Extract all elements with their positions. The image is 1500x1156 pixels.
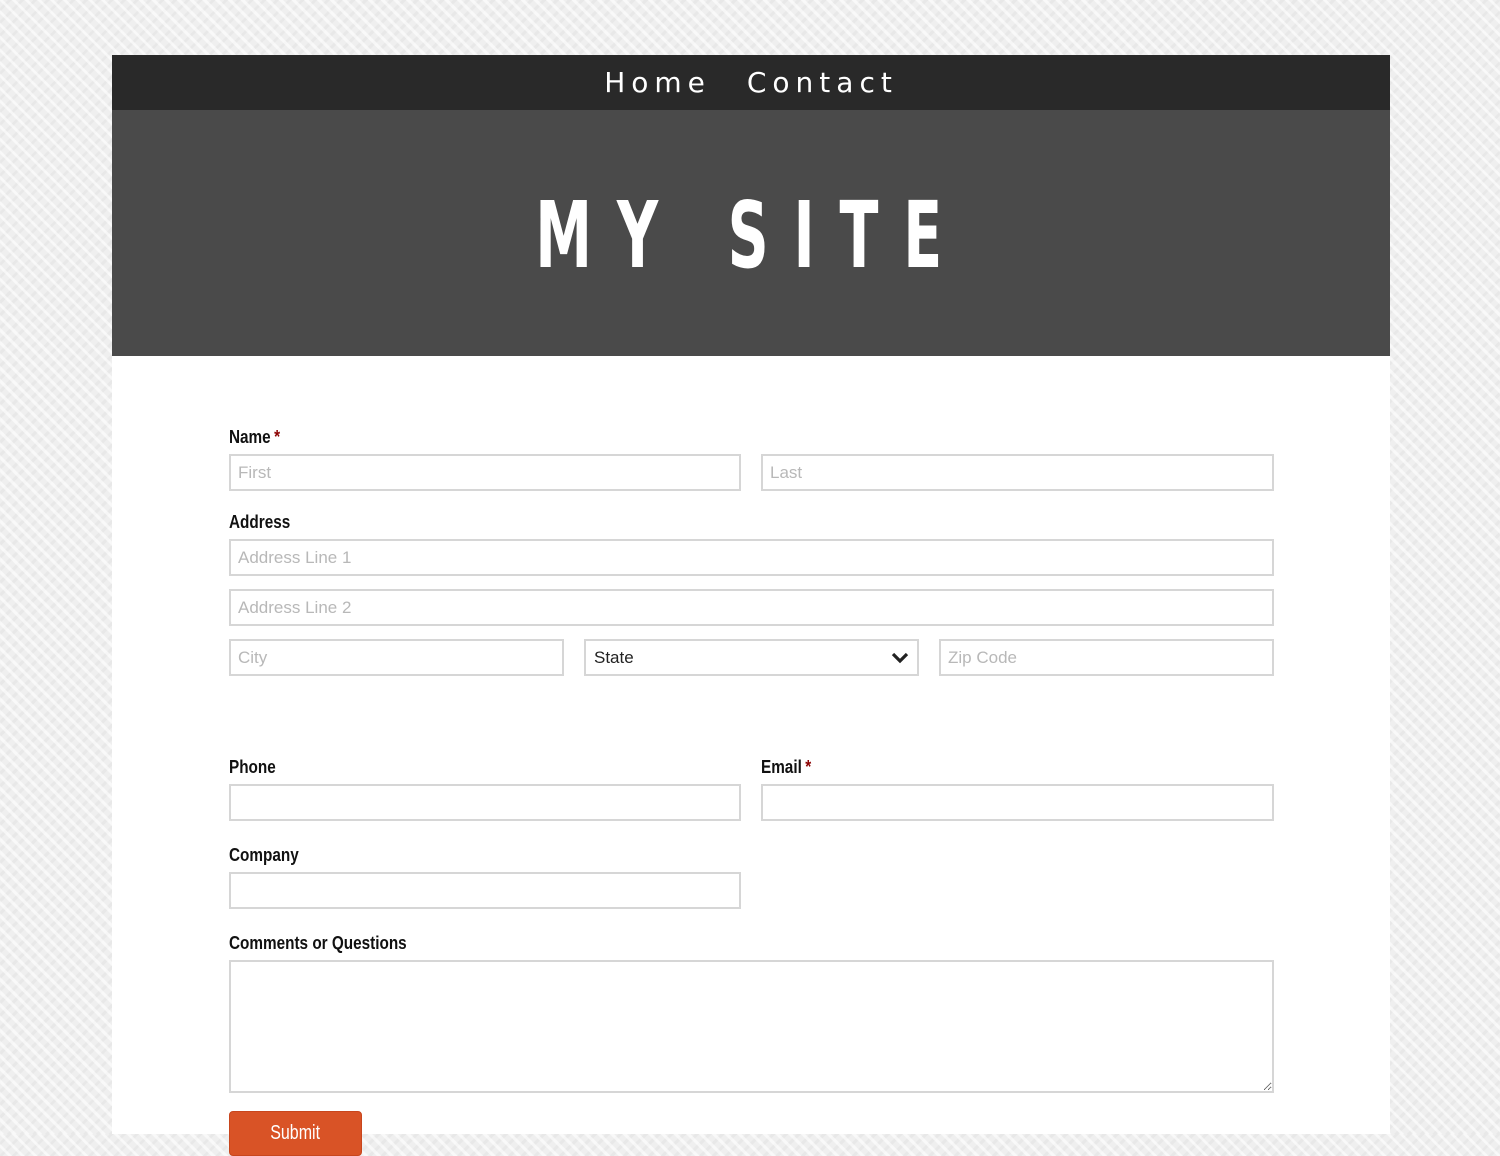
email-label: Email * [761,757,812,777]
company-group: Company [229,845,741,909]
phone-email-group: Phone Email * [229,757,1274,821]
company-label: Company [229,845,299,865]
name-group: Name * [229,427,1274,491]
chevron-down-icon [891,652,909,663]
last-name-input[interactable] [761,454,1274,491]
email-input[interactable] [761,784,1274,821]
top-navigation: Home Contact [112,55,1390,110]
city-input[interactable] [229,639,564,676]
state-select[interactable]: State [584,639,919,676]
state-select-value: State [594,647,634,667]
email-field-group: Email * [761,757,1274,821]
nav-link-home[interactable]: Home [604,55,711,110]
address-line1-input[interactable] [229,539,1274,576]
phone-input[interactable] [229,784,741,821]
name-label: Name * [229,427,281,447]
page-container: Home Contact MY SITE Name* Address State [112,55,1390,1156]
address-line2-input[interactable] [229,589,1274,626]
first-name-input[interactable] [229,454,741,491]
required-marker: * [274,427,281,447]
comments-label: Comments or Questions [229,933,407,953]
required-marker: * [805,757,812,777]
site-banner: MY SITE [112,110,1390,356]
comments-group: Comments or Questions [229,933,1274,1093]
comments-textarea[interactable] [229,960,1274,1093]
nav-link-contact[interactable]: Contact [747,55,898,110]
phone-field-group: Phone [229,757,741,821]
site-title: MY SITE [535,181,967,289]
address-label: Address [229,512,291,532]
zip-code-input[interactable] [939,639,1274,676]
phone-label: Phone [229,757,276,777]
address-group: Address State [229,512,1274,676]
company-input[interactable] [229,872,741,909]
